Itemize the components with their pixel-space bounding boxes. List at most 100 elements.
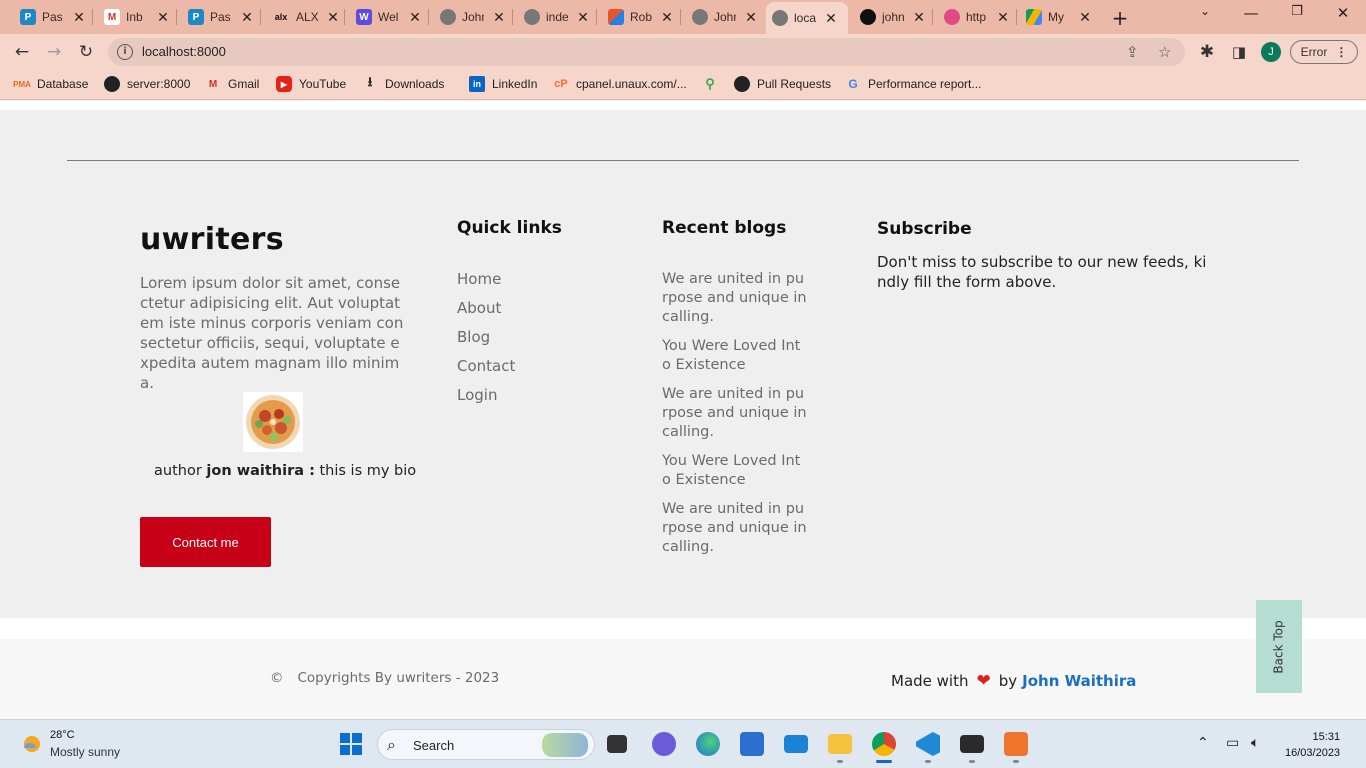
recent-blog-link[interactable]: We are united in purpose and unique in c…	[662, 500, 808, 557]
bookmark-youtube[interactable]: ▶ YouTube	[276, 76, 346, 92]
tab[interactable]: W Wel ✕	[356, 4, 422, 30]
tab-active[interactable]: loca ✕	[766, 2, 848, 34]
download-icon: ⭳	[367, 74, 373, 89]
quick-link-login[interactable]: Login	[457, 386, 497, 404]
tab[interactable]: alx ALX ✕	[272, 4, 340, 30]
close-icon[interactable]: ✕	[576, 9, 590, 26]
tab[interactable]: john ✕	[860, 4, 926, 30]
address-bar[interactable]: i localhost:8000 ⇪ ☆	[108, 38, 1185, 66]
tab-separator	[680, 9, 681, 25]
quick-link-home[interactable]: Home	[457, 270, 501, 288]
bookmark-pull-requests[interactable]: Pull Requests	[734, 76, 831, 92]
minimize-button[interactable]: —	[1241, 4, 1261, 22]
bookmark-gmail[interactable]: M Gmail	[205, 76, 260, 92]
close-icon[interactable]: ✕	[824, 10, 838, 27]
weather-temperature[interactable]: 28°C	[50, 729, 75, 741]
vscode-icon[interactable]	[916, 732, 940, 756]
close-icon[interactable]: ✕	[408, 9, 422, 26]
close-icon[interactable]: ✕	[912, 9, 926, 26]
close-icon[interactable]: ✕	[996, 9, 1010, 26]
bookmark-linkedin[interactable]: in LinkedIn	[469, 76, 537, 92]
bookmark-cpanel[interactable]: cP cpanel.unaux.com/...	[553, 76, 686, 92]
tab[interactable]: M Inb ✕	[104, 4, 170, 30]
page-content: uwriters Lorem ipsum dolor sit amet, con…	[0, 101, 1366, 719]
side-panel-icon[interactable]: ◨	[1228, 41, 1250, 63]
share-icon[interactable]: ⇪	[1126, 43, 1139, 61]
edge-icon[interactable]	[696, 732, 720, 756]
subscribe-title: Subscribe	[877, 219, 972, 239]
google-icon: G	[848, 77, 858, 91]
author-line: author jon waithira : this is my bio	[154, 463, 417, 479]
url-text[interactable]: localhost:8000	[142, 44, 226, 59]
tab-search-icon[interactable]: ⌄	[1195, 4, 1215, 18]
recent-blog-link[interactable]: You Were Loved Into Existence	[662, 337, 808, 375]
tab[interactable]: Rob ✕	[608, 4, 674, 30]
quick-link-contact[interactable]: Contact	[457, 357, 515, 375]
close-icon[interactable]: ✕	[72, 9, 86, 26]
chrome-icon[interactable]	[872, 732, 896, 756]
bookmark-downloads[interactable]: ⭳ Downloads	[362, 74, 445, 92]
close-icon[interactable]: ✕	[660, 9, 674, 26]
author-link[interactable]: John Waithira	[1022, 672, 1136, 690]
bookmark-performance-report[interactable]: G Performance report...	[845, 76, 981, 92]
profile-avatar[interactable]: J	[1261, 42, 1281, 62]
store-icon[interactable]	[740, 732, 764, 756]
file-explorer-icon[interactable]	[828, 734, 852, 754]
divider	[67, 160, 1299, 161]
task-view-icon[interactable]	[607, 735, 627, 753]
system-clock[interactable]: 15:31 16/03/2023	[1285, 729, 1340, 761]
close-window-button[interactable]: ✕	[1333, 4, 1353, 22]
mail-icon[interactable]	[784, 735, 808, 753]
reload-icon[interactable]: ↻	[75, 41, 97, 63]
tab[interactable]: P Pas ✕	[20, 4, 86, 30]
network-icon[interactable]: ▭	[1226, 735, 1239, 751]
quick-link-blog[interactable]: Blog	[457, 328, 490, 346]
weather-condition[interactable]: Mostly sunny	[50, 745, 120, 759]
tab[interactable]: My ✕	[1026, 4, 1092, 30]
quick-link-about[interactable]: About	[457, 299, 501, 317]
bookmark-star-icon[interactable]: ☆	[1158, 43, 1171, 61]
bookmark-maps[interactable]: ⚲	[702, 76, 725, 92]
close-icon[interactable]: ✕	[492, 9, 506, 26]
contact-me-button[interactable]: Contact me	[140, 517, 271, 567]
back-to-top-button[interactable]: Back Top	[1256, 600, 1302, 693]
close-icon[interactable]: ✕	[1078, 9, 1092, 26]
tab[interactable]: P Pas ✕	[188, 4, 254, 30]
bookmark-server[interactable]: server:8000	[104, 76, 190, 92]
tab[interactable]: inde ✕	[524, 4, 590, 30]
globe-icon	[692, 9, 708, 25]
terminal-icon[interactable]	[960, 735, 984, 753]
forward-icon[interactable]: →	[43, 41, 65, 63]
volume-icon[interactable]: 🔈︎	[1251, 735, 1259, 751]
chat-icon[interactable]	[652, 732, 676, 756]
active-indicator	[876, 760, 892, 763]
tab[interactable]: http ✕	[944, 4, 1010, 30]
site-info-icon[interactable]: i	[117, 44, 133, 60]
running-indicator	[1013, 760, 1019, 763]
tab[interactable]: John ✕	[692, 4, 758, 30]
author-avatar	[243, 392, 303, 452]
recent-blog-link[interactable]: You Were Loved Into Existence	[662, 452, 808, 490]
restore-button[interactable]: ❐	[1287, 4, 1307, 19]
tab-separator	[932, 9, 933, 25]
xampp-icon[interactable]	[1004, 732, 1028, 756]
show-hidden-icons[interactable]: ⌃	[1197, 735, 1209, 751]
weather-sunny-icon[interactable]	[20, 732, 44, 756]
tab[interactable]: John ✕	[440, 4, 506, 30]
extensions-icon[interactable]: ✱	[1196, 41, 1218, 63]
recent-blogs-title: Recent blogs	[662, 218, 787, 238]
new-tab-button[interactable]: +	[1110, 6, 1130, 30]
tab-separator	[92, 9, 93, 25]
bookmark-database[interactable]: PMA Database	[13, 76, 88, 92]
error-button[interactable]: Error ⋮	[1290, 40, 1358, 64]
gmail-icon: M	[104, 9, 120, 25]
recent-blog-link[interactable]: We are united in purpose and unique in c…	[662, 270, 808, 327]
close-icon[interactable]: ✕	[156, 9, 170, 26]
close-icon[interactable]: ✕	[744, 9, 758, 26]
close-icon[interactable]: ✕	[240, 9, 254, 26]
close-icon[interactable]: ✕	[326, 9, 340, 26]
windows-start-icon[interactable]	[340, 733, 362, 755]
recent-blog-link[interactable]: We are united in purpose and unique in c…	[662, 385, 808, 442]
taskbar-search[interactable]: ⌕ Search	[377, 729, 595, 760]
back-icon[interactable]: ←	[11, 41, 33, 63]
